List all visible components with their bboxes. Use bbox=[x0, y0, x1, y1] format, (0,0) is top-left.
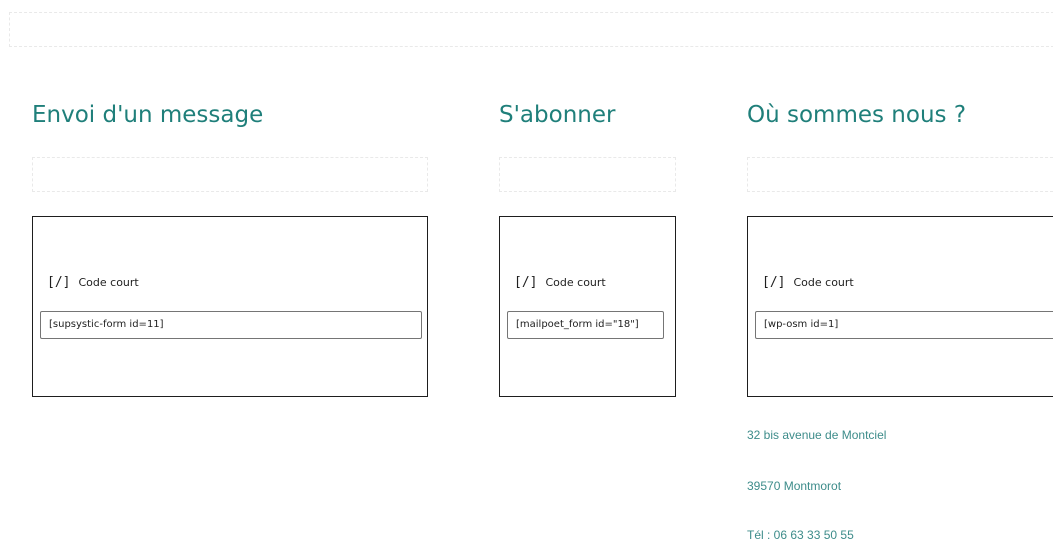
location-shortcode-block[interactable]: [/] Code court [wp-osm id=1] bbox=[747, 216, 1053, 397]
message-spacer-block[interactable] bbox=[32, 157, 428, 192]
location-shortcode-input[interactable]: [wp-osm id=1] bbox=[755, 311, 1053, 339]
shortcode-label-text: Code court bbox=[793, 276, 854, 289]
message-shortcode-block[interactable]: [/] Code court [supsystic-form id=11] bbox=[32, 216, 428, 397]
message-shortcode-input[interactable]: [supsystic-form id=11] bbox=[40, 311, 422, 339]
shortcode-icon: [/] bbox=[514, 275, 538, 290]
location-spacer-block[interactable] bbox=[747, 157, 1053, 192]
top-spacer-block[interactable] bbox=[9, 12, 1053, 47]
address-city: 39570 Montmorot bbox=[747, 479, 842, 493]
address-phone: Tél : 06 63 33 50 55 bbox=[747, 528, 854, 542]
location-column-title: Où sommes nous ? bbox=[747, 102, 967, 128]
shortcode-block-label: [/] Code court bbox=[47, 275, 139, 290]
shortcode-label-text: Code court bbox=[78, 276, 139, 289]
shortcode-label-text: Code court bbox=[545, 276, 606, 289]
shortcode-icon: [/] bbox=[47, 275, 71, 290]
shortcode-icon: [/] bbox=[762, 275, 786, 290]
subscribe-shortcode-input[interactable]: [mailpoet_form id="18"] bbox=[507, 311, 664, 339]
shortcode-block-label: [/] Code court bbox=[762, 275, 854, 290]
message-column-title: Envoi d'un message bbox=[32, 102, 264, 128]
subscribe-column-title: S'abonner bbox=[499, 102, 616, 128]
address-street: 32 bis avenue de Montciel bbox=[747, 428, 887, 442]
shortcode-block-label: [/] Code court bbox=[514, 275, 606, 290]
subscribe-shortcode-block[interactable]: [/] Code court [mailpoet_form id="18"] bbox=[499, 216, 676, 397]
subscribe-spacer-block[interactable] bbox=[499, 157, 676, 192]
